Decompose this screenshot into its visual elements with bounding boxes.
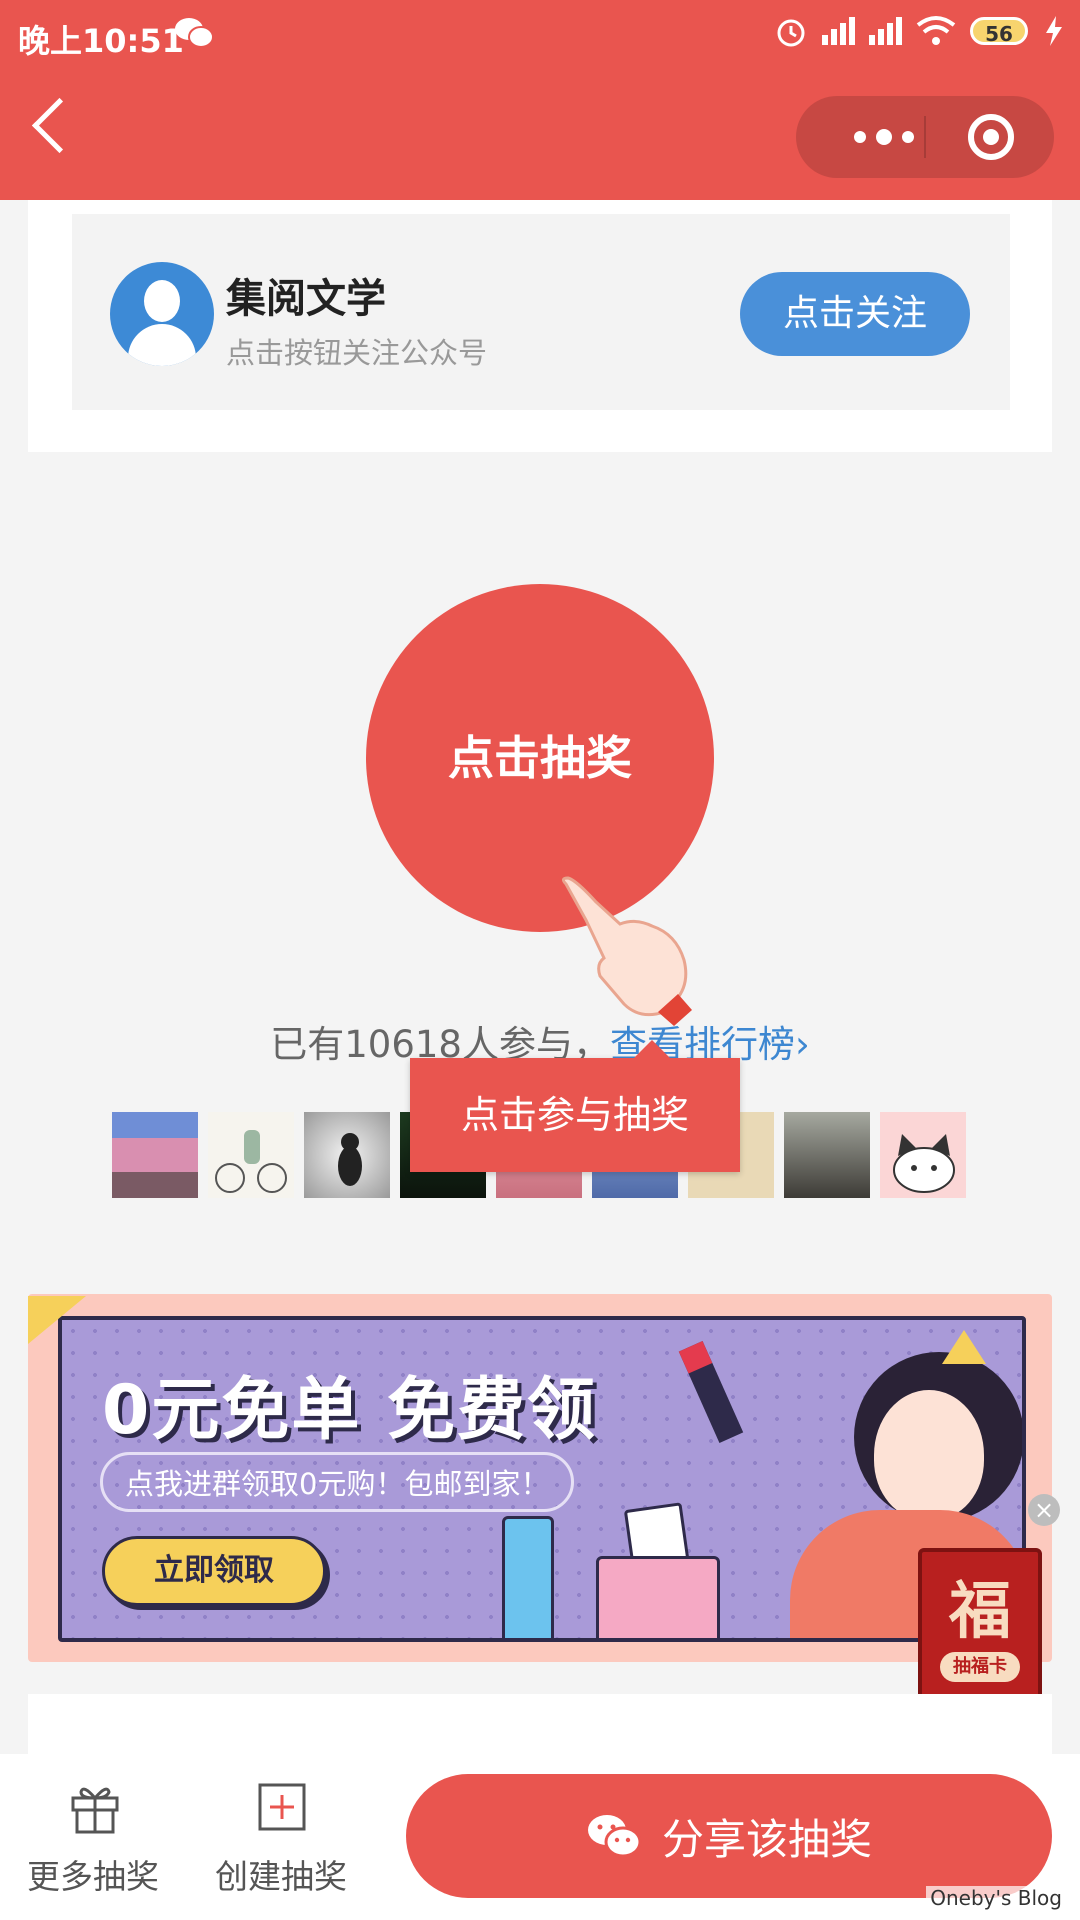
wechat-icon — [175, 18, 214, 48]
participant-avatar — [880, 1112, 966, 1198]
battery-icon: 56 — [970, 17, 1028, 46]
chevron-right-icon[interactable]: › — [795, 1023, 810, 1066]
close-icon[interactable]: × — [1028, 1494, 1060, 1526]
fu-card-label: 抽福卡 — [940, 1652, 1020, 1682]
create-draw-label: 创建抽奖 — [215, 1857, 347, 1896]
participant-avatar — [784, 1112, 870, 1198]
banner-title: 0元免单 免费领 — [102, 1371, 597, 1450]
account-name: 集阅文学 — [226, 276, 386, 322]
tissue-box-icon — [596, 1556, 720, 1638]
account-avatar — [110, 262, 214, 366]
promo-banner-art: 0元免单 免费领 点我进群领取0元购！包邮到家！ 立即领取 — [58, 1316, 1026, 1642]
miniprogram-capsule — [796, 96, 1054, 178]
signal-icon-2 — [869, 17, 902, 45]
promo-banner[interactable]: 0元免单 免费领 点我进群领取0元购！包邮到家！ 立即领取 — [28, 1294, 1052, 1662]
nav-bar: 晚上10:51 56 — [0, 0, 1080, 200]
claim-now-button[interactable]: 立即领取 — [102, 1536, 326, 1606]
flag-decoration — [28, 1296, 86, 1344]
alarm-icon — [777, 19, 805, 47]
share-draw-button[interactable]: 分享该抽奖 — [406, 1774, 1052, 1898]
account-subtitle: 点击按钮关注公众号 — [226, 336, 488, 370]
plus-square-icon — [258, 1783, 306, 1831]
banner-subtitle: 点我进群领取0元购！包邮到家！ — [100, 1452, 575, 1512]
create-draw-tab[interactable]: 创建抽奖 — [201, 1776, 361, 1896]
participant-avatar — [304, 1112, 390, 1198]
watermark: Oneby's Blog — [926, 1886, 1066, 1910]
charging-icon — [1046, 16, 1062, 46]
follow-button[interactable]: 点击关注 — [740, 272, 970, 356]
wifi-icon — [916, 16, 956, 45]
participant-avatar — [208, 1112, 294, 1198]
woman-face-illustration — [874, 1390, 984, 1520]
status-icons: 56 — [774, 14, 1066, 48]
toothpaste-icon — [502, 1516, 554, 1638]
participant-avatar — [112, 1112, 198, 1198]
crown-icon — [942, 1330, 986, 1364]
capsule-divider — [924, 116, 926, 158]
more-menu-button[interactable] — [834, 96, 934, 178]
join-draw-tooltip[interactable]: 点击参与抽奖 — [410, 1040, 740, 1172]
fu-character: 福 — [948, 1574, 1011, 1647]
more-draws-tab[interactable]: 更多抽奖 — [13, 1776, 173, 1896]
share-draw-label: 分享该抽奖 — [661, 1814, 872, 1864]
close-miniprogram-button[interactable] — [968, 114, 1014, 160]
signal-icon — [822, 17, 855, 45]
fu-card-button[interactable]: 福 抽福卡 — [918, 1548, 1042, 1702]
gift-icon — [71, 1787, 119, 1834]
status-time: 晚上10:51 — [18, 22, 184, 60]
back-button[interactable] — [31, 97, 88, 154]
next-section-peek — [28, 1694, 1052, 1754]
wechat-icon — [587, 1815, 642, 1858]
pointing-hand-icon — [561, 876, 692, 1026]
more-draws-label: 更多抽奖 — [27, 1857, 159, 1896]
